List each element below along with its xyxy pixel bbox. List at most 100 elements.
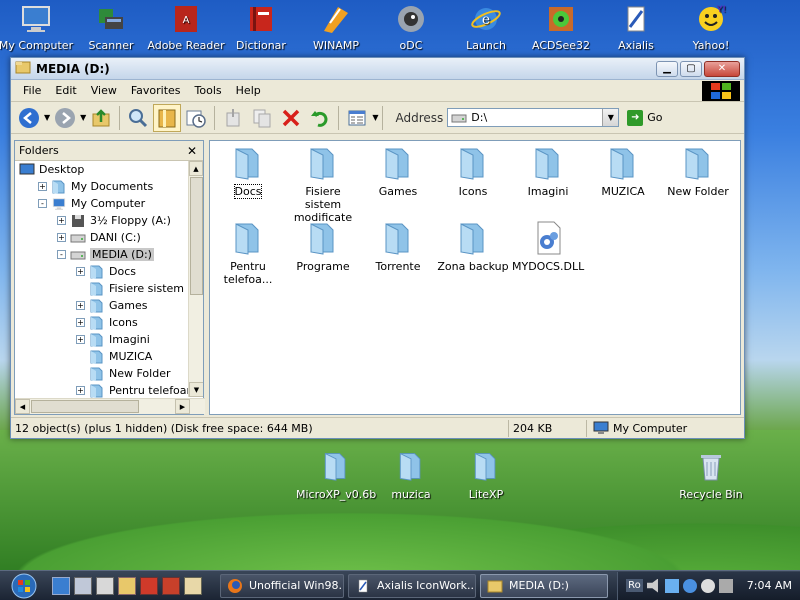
tree-item[interactable]: + Imagini xyxy=(15,331,203,348)
desktop-icon-yahoo-[interactable]: Y! Yahoo! xyxy=(671,2,751,52)
safely-remove-icon[interactable] xyxy=(718,578,733,593)
copy-to-button[interactable] xyxy=(248,104,276,132)
expand-icon[interactable]: + xyxy=(76,318,85,327)
start-button[interactable] xyxy=(6,572,42,600)
file-item[interactable]: New Folder xyxy=(662,145,734,198)
expand-icon[interactable]: + xyxy=(76,386,85,395)
desktop-icon-acdsee32[interactable]: ACDSee32 xyxy=(521,2,601,52)
scroll-thumb[interactable] xyxy=(190,177,203,295)
menu-view[interactable]: View xyxy=(85,82,123,99)
undo-button[interactable] xyxy=(306,104,334,132)
title-bar[interactable]: MEDIA (D:) ▁ ▢ ✕ xyxy=(11,58,744,80)
scroll-down-arrow-icon[interactable]: ▼ xyxy=(189,382,203,397)
tray-app-icon[interactable] xyxy=(700,578,715,593)
show-desktop-icon[interactable] xyxy=(52,576,70,595)
scroll-left-arrow-icon[interactable]: ◀ xyxy=(15,399,30,414)
volume-icon[interactable] xyxy=(646,578,658,593)
tree-item[interactable]: New Folder xyxy=(15,365,203,382)
file-item[interactable]: MYDOCS.DLL xyxy=(512,220,584,273)
taskbar-button[interactable]: Axialis IconWork... xyxy=(348,573,476,598)
desktop-icon-litexp[interactable]: LiteXP xyxy=(446,450,526,501)
scroll-thumb[interactable] xyxy=(31,400,139,413)
tree-item[interactable]: - MEDIA (D:) xyxy=(15,246,203,263)
messenger-icon[interactable] xyxy=(682,578,697,593)
views-dropdown-icon[interactable]: ▼ xyxy=(372,113,378,122)
maximize-button[interactable]: ▢ xyxy=(680,60,702,77)
expand-icon[interactable]: + xyxy=(38,182,47,191)
file-item[interactable]: Icons xyxy=(437,145,509,198)
tree-item[interactable]: + Icons xyxy=(15,314,203,331)
clock[interactable]: 7:04 AM xyxy=(747,579,792,592)
tree-item[interactable]: +Pentru telefoane m xyxy=(15,382,203,399)
expand-icon[interactable]: + xyxy=(76,267,85,276)
search-button[interactable] xyxy=(124,104,152,132)
desktop-icon-scanner[interactable]: Scanner xyxy=(71,2,151,52)
network-icon[interactable] xyxy=(664,578,679,593)
desktop-icon-adobe-reader[interactable]: A Adobe Reader xyxy=(146,2,226,52)
desktop-icon-microxp-v0-6b[interactable]: MicroXP_v0.6b xyxy=(296,450,376,501)
collapse-icon[interactable]: - xyxy=(38,199,47,208)
close-button[interactable]: ✕ xyxy=(704,60,740,77)
go-button[interactable]: ➜ Go xyxy=(627,109,663,126)
desktop-icon-muzica[interactable]: muzica xyxy=(371,450,451,501)
minimize-button[interactable]: ▁ xyxy=(656,60,678,77)
back-button[interactable] xyxy=(15,104,43,132)
menu-help[interactable]: Help xyxy=(230,82,267,99)
scroll-right-arrow-icon[interactable]: ▶ xyxy=(175,399,190,414)
folders-button[interactable] xyxy=(153,103,182,132)
desktop-icon-launch[interactable]: e Launch xyxy=(446,2,526,52)
move-to-button[interactable] xyxy=(219,104,247,132)
desktop-icon-odc[interactable]: oDC xyxy=(371,2,451,52)
menu-file[interactable]: File xyxy=(17,82,47,99)
file-item[interactable]: Fisiere sistem modificate xyxy=(287,145,359,224)
tree-item[interactable]: + Games xyxy=(15,297,203,314)
forward-button[interactable] xyxy=(51,104,79,132)
tree-horizontal-scrollbar[interactable]: ◀ ▶ xyxy=(15,398,205,414)
tree-item[interactable]: - My Computer xyxy=(15,195,203,212)
scroll-up-arrow-icon[interactable]: ▲ xyxy=(189,161,203,176)
close-folders-pane-icon[interactable]: ✕ xyxy=(187,144,197,158)
menu-favorites[interactable]: Favorites xyxy=(125,82,187,99)
taskbar-button[interactable]: MEDIA (D:) xyxy=(480,573,608,598)
tree-item[interactable]: Desktop xyxy=(15,161,203,178)
expand-icon[interactable]: + xyxy=(57,216,66,225)
address-bar[interactable]: D:\ ▼ xyxy=(447,108,620,127)
tools-icon[interactable] xyxy=(162,576,180,595)
desktop-icon-axialis[interactable]: Axialis xyxy=(596,2,676,52)
expand-icon[interactable]: + xyxy=(76,335,85,344)
expand-icon[interactable]: + xyxy=(57,233,66,242)
up-folder-button[interactable] xyxy=(87,104,115,132)
file-item[interactable]: Imagini xyxy=(512,145,584,198)
tree-item[interactable]: Fisiere sistem modif xyxy=(15,280,203,297)
back-dropdown-icon[interactable]: ▼ xyxy=(44,113,50,122)
tree-item[interactable]: + Docs xyxy=(15,263,203,280)
language-indicator[interactable]: Ro xyxy=(626,579,643,592)
app-icon[interactable] xyxy=(140,576,158,595)
file-item[interactable]: Zona backup xyxy=(437,220,509,273)
tree-item[interactable]: +3½ Floppy (A:) xyxy=(15,212,203,229)
menu-edit[interactable]: Edit xyxy=(49,82,82,99)
tree-item[interactable]: + DANI (C:) xyxy=(15,229,203,246)
taskbar-button[interactable]: Unofficial Win98... xyxy=(220,573,344,598)
expand-icon[interactable]: + xyxy=(76,301,85,310)
calculator-icon[interactable] xyxy=(96,576,114,595)
file-item[interactable]: Docs xyxy=(212,145,284,199)
tree-item[interactable]: MUZICA xyxy=(15,348,203,365)
views-button[interactable] xyxy=(343,104,371,132)
menu-tools[interactable]: Tools xyxy=(189,82,228,99)
desktop-icon-recycle-bin[interactable]: Recycle Bin xyxy=(671,450,751,501)
explorer-icon[interactable] xyxy=(74,576,92,595)
collapse-icon[interactable]: - xyxy=(57,250,66,259)
history-button[interactable] xyxy=(182,104,210,132)
desktop-icon-my-computer[interactable]: My Computer xyxy=(0,2,76,52)
media-icon[interactable] xyxy=(184,576,202,595)
tree-item[interactable]: + My Documents xyxy=(15,178,203,195)
file-item[interactable]: Programe xyxy=(287,220,359,273)
address-dropdown-button[interactable]: ▼ xyxy=(602,109,619,126)
file-item[interactable]: MUZICA xyxy=(587,145,659,198)
file-item[interactable]: Games xyxy=(362,145,434,198)
file-item[interactable]: Torrente xyxy=(362,220,434,273)
paint-icon[interactable] xyxy=(118,576,136,595)
forward-dropdown-icon[interactable]: ▼ xyxy=(80,113,86,122)
tree-vertical-scrollbar[interactable]: ▲ ▼ xyxy=(188,161,203,397)
